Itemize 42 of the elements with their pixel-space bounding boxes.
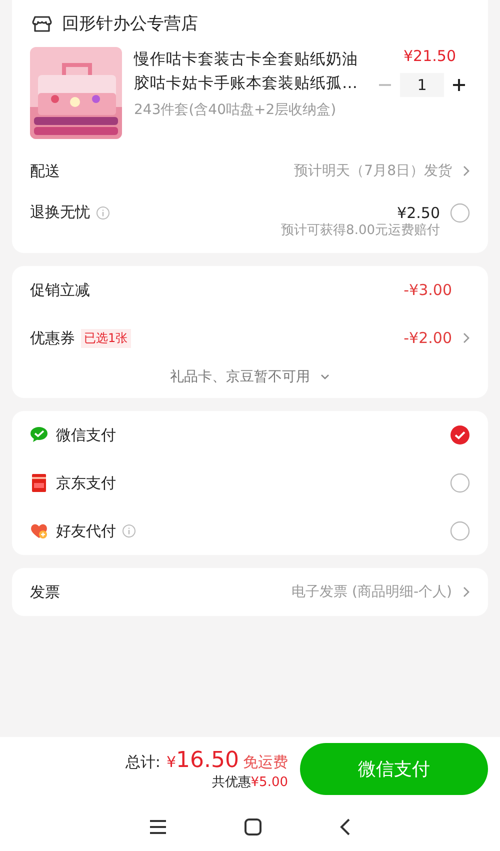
chevron-down-icon [320, 373, 330, 381]
heart-icon [30, 522, 48, 540]
payment-option[interactable]: 京东支付 [56, 474, 116, 492]
chevron-right-icon [462, 586, 470, 598]
plus-icon [452, 78, 466, 92]
total-amount: 16.50 [176, 748, 239, 772]
checked-radio[interactable] [450, 425, 470, 445]
payment-card-icon [30, 474, 48, 492]
invoice-label: 发票 [30, 582, 60, 602]
payment-option[interactable]: 微信支付 [56, 426, 116, 444]
promotion-label: 促销立减 [30, 280, 90, 300]
radio-button[interactable] [450, 521, 470, 541]
radio-button[interactable] [450, 473, 470, 493]
unavailable-note[interactable]: 礼品卡、京豆暂不可用 [170, 368, 310, 386]
return-service-price: ¥2.50 [397, 204, 440, 222]
delivery-label: 配送 [30, 162, 60, 180]
saving-label: 共优惠 [212, 774, 251, 790]
quantity-field[interactable]: 1 [400, 73, 444, 97]
chevron-right-icon [462, 332, 470, 344]
store-icon [32, 14, 52, 34]
product-title[interactable]: 慢作咕卡套装古卡全套贴纸奶油胶咕卡姑卡手账本套装贴纸孤… [134, 47, 358, 95]
coupon-value[interactable]: -¥2.00 [404, 329, 452, 347]
payment-option[interactable]: 好友代付 [56, 522, 116, 540]
saving-amount: ¥5.00 [250, 774, 288, 790]
return-service-label: 退换无忧 [30, 203, 90, 222]
chat-bubble-icon [30, 426, 48, 444]
home-icon[interactable] [244, 818, 262, 836]
store-name[interactable]: 回形针办公专营店 [62, 12, 198, 35]
coupon-tag: 已选1张 [81, 328, 131, 348]
return-service-note: 预计可获得8.00元运费赔付 [281, 222, 441, 239]
info-icon [96, 206, 110, 220]
coupon-label: 优惠券 [30, 328, 75, 348]
chevron-right-icon [462, 165, 470, 177]
product-price: ¥21.50 [404, 47, 457, 65]
radio-button[interactable] [450, 203, 470, 223]
currency-sign: ¥ [166, 752, 176, 770]
total-label: 总计: [125, 752, 160, 772]
free-shipping-label: 免运费 [243, 752, 288, 772]
product-spec: 243件套(含40咕盘+2层收纳盒) [134, 101, 338, 119]
promotion-value: -¥3.00 [404, 281, 452, 299]
back-icon[interactable] [339, 818, 352, 836]
menu-icon[interactable] [148, 819, 167, 835]
